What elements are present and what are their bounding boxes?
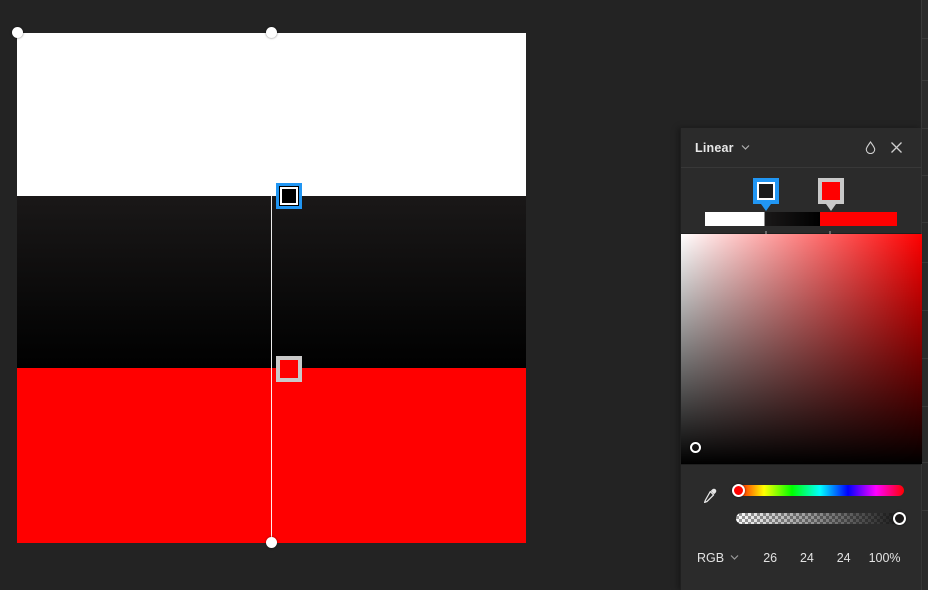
rail-divider — [922, 406, 928, 407]
eyedropper-icon[interactable] — [697, 483, 723, 509]
gradient-stops-section[interactable] — [681, 168, 921, 237]
app-root: Linear RGB 26 24 24 100% — [0, 0, 928, 590]
rail-divider — [922, 128, 928, 129]
green-value-field[interactable]: 24 — [791, 551, 824, 565]
opacity-drop-icon[interactable] — [857, 135, 883, 161]
rail-divider — [922, 262, 928, 263]
chevron-down-icon[interactable] — [730, 553, 739, 563]
chevron-down-icon[interactable] — [741, 143, 750, 153]
saturation-value-cursor[interactable] — [690, 442, 701, 453]
hue-slider[interactable] — [736, 485, 904, 496]
gradient-preview-bar[interactable] — [705, 212, 897, 226]
canvas-gradient-stop-red[interactable] — [276, 356, 302, 382]
blue-value-field[interactable]: 24 — [827, 551, 860, 565]
slider-section — [681, 464, 921, 526]
stop-color-chip — [822, 182, 840, 200]
panel-title[interactable]: Linear — [695, 141, 734, 155]
gradient-color-panel: Linear RGB 26 24 24 100% — [680, 128, 922, 590]
saturation-value-field[interactable] — [681, 234, 922, 464]
panel-header: Linear — [681, 128, 921, 168]
color-value-row: RGB 26 24 24 100% — [681, 526, 921, 590]
gradient-start-handle[interactable] — [266, 27, 277, 38]
alpha-slider[interactable] — [736, 513, 904, 524]
rail-divider — [922, 358, 928, 359]
close-icon[interactable] — [883, 135, 909, 161]
gradient-guide-line[interactable] — [271, 33, 272, 543]
hue-slider-knob[interactable] — [732, 484, 745, 497]
stop-pointer — [761, 204, 771, 211]
rail-divider — [922, 38, 928, 39]
stop-pointer — [826, 204, 836, 211]
color-mode-label: RGB — [697, 551, 725, 565]
alpha-value-field[interactable]: 100% — [864, 551, 905, 565]
canvas-gradient-stop-black[interactable] — [276, 183, 302, 209]
gradient-end-handle[interactable] — [266, 537, 277, 548]
canvas-stop-swatch — [280, 360, 298, 378]
alpha-slider-knob[interactable] — [893, 512, 906, 525]
canvas-stop-swatch — [280, 187, 298, 205]
rail-divider — [922, 310, 928, 311]
rail-divider — [922, 510, 928, 511]
stop-color-chip — [757, 182, 775, 200]
gradient-stop-swatch-1[interactable] — [818, 178, 844, 211]
gradient-stop-swatch-0[interactable] — [753, 178, 779, 211]
red-value-field[interactable]: 26 — [754, 551, 787, 565]
rail-divider — [922, 222, 928, 223]
rail-divider — [922, 80, 928, 81]
gradient-origin-handle[interactable] — [12, 27, 23, 38]
color-mode-select[interactable]: RGB — [697, 551, 748, 565]
right-edge-rail — [921, 0, 928, 590]
rail-divider — [922, 462, 928, 463]
rail-divider — [922, 175, 928, 176]
